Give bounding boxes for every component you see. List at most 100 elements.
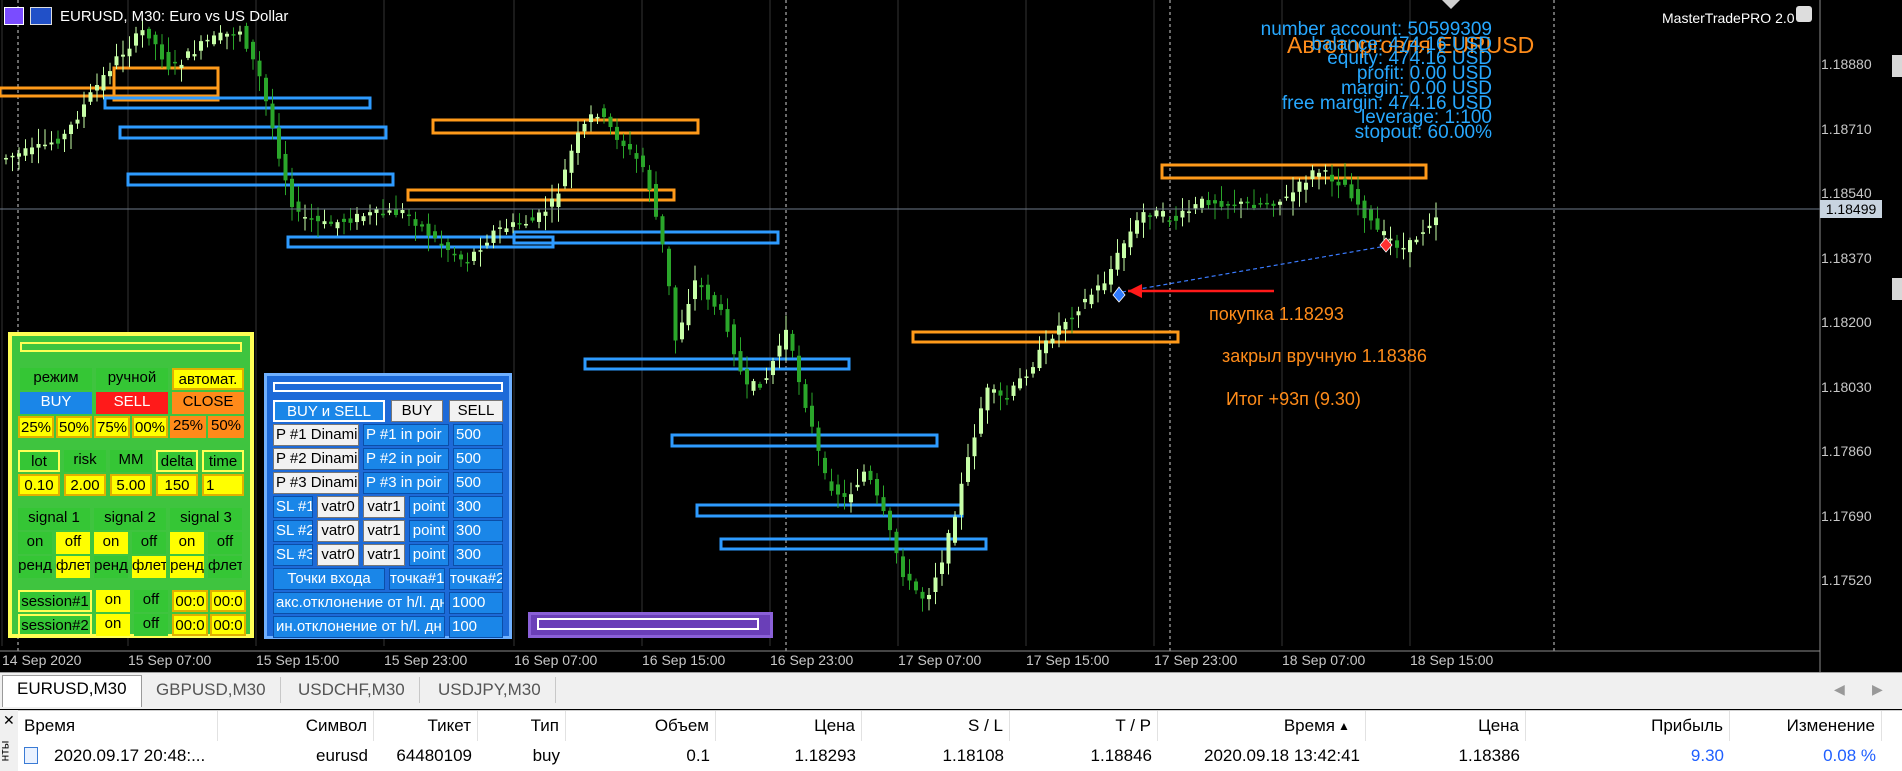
tp2-points-button[interactable]: P #2 in poir — [363, 448, 449, 470]
sl3-vatr1-button[interactable]: vatr1 — [363, 544, 405, 566]
candle-body — [23, 148, 28, 156]
signal-1-trend-button[interactable]: ренд — [18, 556, 52, 578]
buy-50-button[interactable]: 50% — [56, 416, 92, 438]
signal-3-flat-button[interactable]: флет — [208, 556, 242, 578]
close-50-button[interactable]: 50% — [208, 416, 244, 438]
signal-1-flat-button[interactable]: флет — [56, 556, 90, 578]
session-1-end-input[interactable]: 00:0 — [210, 590, 246, 612]
col-ticket[interactable]: Тикет — [374, 711, 478, 741]
col-type[interactable]: Тип — [478, 711, 566, 741]
candle-body — [257, 60, 262, 77]
signal-2-trend-button[interactable]: ренд — [94, 556, 128, 578]
session-2-off-button[interactable]: off — [134, 614, 168, 636]
sell-button[interactable]: SELL — [96, 392, 168, 414]
sl1-value-input[interactable]: 300 — [453, 496, 503, 518]
sl1-point-button[interactable]: point — [409, 496, 449, 518]
buy-only-button[interactable]: BUY — [391, 400, 443, 422]
sl2-value-input[interactable]: 300 — [453, 520, 503, 542]
sl1-vatr0-button[interactable]: vatr0 — [317, 496, 359, 518]
tab-scroll-left-icon[interactable]: ◀ — [1834, 681, 1845, 698]
col-profit[interactable]: Прибыль — [1526, 711, 1730, 741]
tab-eurusd[interactable]: EURUSD,M30 — [2, 675, 142, 707]
time-input[interactable]: 1 — [202, 474, 244, 496]
sl2-vatr1-button[interactable]: vatr1 — [363, 520, 405, 542]
candle-body — [10, 155, 15, 158]
buy-button[interactable]: BUY — [20, 392, 92, 414]
session-1-on-button[interactable]: on — [96, 590, 130, 612]
signal-2-off-button[interactable]: off — [132, 532, 166, 554]
col-tp[interactable]: T / P — [1010, 711, 1158, 741]
session-1-off-button[interactable]: off — [134, 590, 168, 612]
signal-1-off-button[interactable]: off — [56, 532, 90, 554]
buy-and-sell-button[interactable]: BUY и SELL — [273, 400, 385, 422]
scroll-thumb-top[interactable] — [1892, 55, 1902, 77]
tp1-dynamic-button[interactable]: P #1 Dinami — [273, 424, 359, 446]
tab-usdchf[interactable]: USDCHF,M30 — [284, 677, 420, 703]
purple-bar-panel[interactable] — [528, 612, 773, 638]
table-row[interactable]: 2020.09.17 20:48:... eurusd 64480109 buy… — [18, 741, 1902, 771]
candle-body — [1044, 340, 1048, 354]
tp3-dynamic-button[interactable]: P #3 Dinami — [273, 472, 359, 494]
risk-input[interactable]: 2.00 — [64, 474, 106, 496]
buy-75-button[interactable]: 75% — [94, 416, 130, 438]
sl2-vatr0-button[interactable]: vatr0 — [317, 520, 359, 542]
close-25-button[interactable]: 25% — [170, 416, 206, 438]
buy-100-button[interactable]: 00% — [132, 416, 168, 438]
col-close-price[interactable]: Цена — [1366, 711, 1526, 741]
sl2-point-button[interactable]: point — [409, 520, 449, 542]
max-deviation-input[interactable]: 1000 — [449, 592, 503, 614]
signal-3-trend-button[interactable]: ренд — [170, 556, 204, 578]
col-volume[interactable]: Объем — [566, 711, 716, 741]
tab-usdjpy[interactable]: USDJPY,M30 — [424, 677, 556, 703]
session-2-end-input[interactable]: 00:0 — [210, 614, 246, 636]
delta-input[interactable]: 150 — [156, 474, 198, 496]
session-2-start-input[interactable]: 00:0 — [172, 614, 208, 636]
tp2-value-input[interactable]: 500 — [453, 448, 503, 470]
candle-body — [160, 44, 164, 60]
lot-input[interactable]: 0.10 — [18, 474, 60, 496]
tp1-value-input[interactable]: 500 — [453, 424, 503, 446]
candle-body — [504, 228, 509, 233]
signal-1-on-button[interactable]: on — [18, 532, 52, 554]
candle-body — [1336, 181, 1341, 186]
col-symbol[interactable]: Символ — [218, 711, 374, 741]
sell-only-button[interactable]: SELL — [449, 400, 503, 422]
col-time[interactable]: Время — [18, 711, 218, 741]
signal-3-on-button[interactable]: on — [170, 532, 204, 554]
signal-2-flat-button[interactable]: флет — [132, 556, 166, 578]
tab-gbpusd[interactable]: GBPUSD,M30 — [142, 677, 281, 703]
col-sl[interactable]: S / L — [862, 711, 1010, 741]
tp1-points-button[interactable]: P #1 in poir — [363, 424, 449, 446]
scroll-thumb-bottom[interactable] — [1892, 278, 1902, 300]
auto-mode-button[interactable]: автомат. — [172, 368, 244, 390]
tp2-dynamic-button[interactable]: P #2 Dinami — [273, 448, 359, 470]
price-chart[interactable]: EURUSD, M30: Euro vs US Dollar MasterTra… — [0, 0, 1902, 672]
sl1-vatr1-button[interactable]: vatr1 — [363, 496, 405, 518]
entry-points-button[interactable]: Точки входа — [273, 568, 385, 590]
signal-2-on-button[interactable]: on — [94, 532, 128, 554]
sl3-value-input[interactable]: 300 — [453, 544, 503, 566]
col-close-time[interactable]: Время — [1158, 711, 1366, 741]
candle-body — [368, 212, 372, 216]
signal-3-off-button[interactable]: off — [208, 532, 242, 554]
tp3-points-button[interactable]: P #3 in poir — [363, 472, 449, 494]
tab-scroll-right-icon[interactable]: ▶ — [1872, 681, 1883, 698]
col-price[interactable]: Цена — [716, 711, 862, 741]
sl3-vatr0-button[interactable]: vatr0 — [317, 544, 359, 566]
close-button[interactable]: CLOSE — [172, 392, 244, 414]
entry-point-2-button[interactable]: точка#2 — [449, 568, 503, 590]
orange-zone — [431, 118, 700, 135]
close-panel-icon[interactable]: ✕ — [3, 712, 15, 729]
session-1-start-input[interactable]: 00:0 — [172, 590, 208, 612]
tp3-value-input[interactable]: 500 — [453, 472, 503, 494]
session-2-on-button[interactable]: on — [96, 614, 130, 636]
window-icon[interactable] — [4, 7, 24, 25]
candle-body — [218, 32, 223, 41]
buy-25-button[interactable]: 25% — [18, 416, 54, 438]
manual-mode-button[interactable]: ручной — [96, 368, 168, 390]
sl3-point-button[interactable]: point — [409, 544, 449, 566]
entry-point-1-button[interactable]: точка#1 — [389, 568, 445, 590]
col-change[interactable]: Изменение — [1730, 711, 1882, 741]
mm-input[interactable]: 5.00 — [110, 474, 152, 496]
min-deviation-input[interactable]: 100 — [449, 616, 503, 638]
